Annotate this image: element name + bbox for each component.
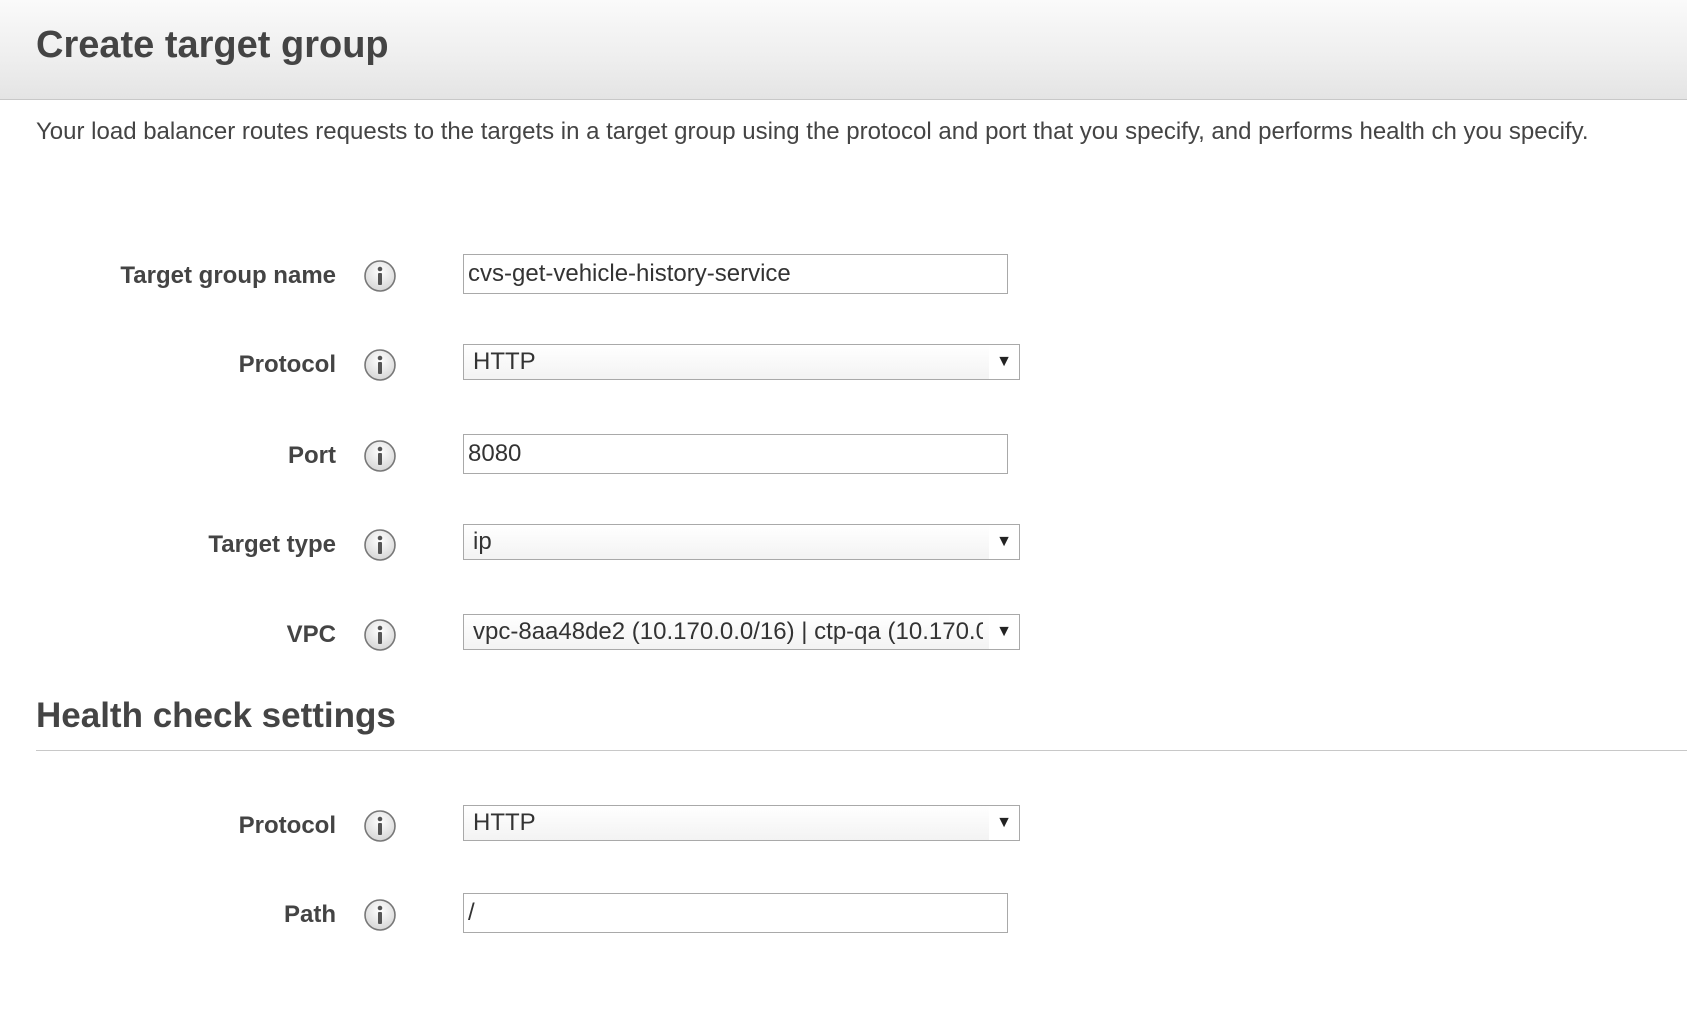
target-group-name-input[interactable]	[463, 254, 1008, 294]
health-check-protocol-row: Protocol HTTP ▼	[0, 804, 1100, 848]
dropdown-arrow-icon: ▼	[989, 806, 1019, 840]
health-check-path-row: Path	[0, 893, 1100, 937]
port-input[interactable]	[463, 434, 1008, 474]
health-check-protocol-select-value: HTTP	[473, 809, 536, 836]
vpc-label: VPC	[286, 621, 336, 648]
page-title: Create target group	[36, 24, 389, 66]
target-type-select[interactable]: ip ▼	[463, 524, 1020, 560]
health-check-section-title: Health check settings	[36, 696, 396, 735]
info-icon[interactable]	[363, 439, 396, 472]
create-target-group-page: Create target group Your load balancer r…	[0, 0, 1687, 1027]
section-divider	[36, 750, 1687, 751]
target-group-name-row: Target group name	[0, 254, 1100, 298]
vpc-select-value: vpc-8aa48de2 (10.170.0.0/16) | ctp-qa (1…	[473, 618, 983, 645]
target-type-row: Target type ip ▼	[0, 523, 1100, 567]
port-row: Port	[0, 434, 1100, 478]
info-icon[interactable]	[363, 348, 396, 381]
target-type-select-value: ip	[473, 528, 492, 555]
page-description: Your load balancer routes requests to th…	[36, 118, 1589, 145]
health-check-protocol-select[interactable]: HTTP ▼	[463, 805, 1020, 841]
protocol-row: Protocol HTTP ▼	[0, 343, 1100, 387]
header-divider	[36, 99, 1687, 100]
dropdown-arrow-icon: ▼	[989, 615, 1019, 649]
info-icon[interactable]	[363, 528, 396, 561]
info-icon[interactable]	[363, 898, 396, 931]
page-header: Create target group	[0, 0, 1687, 100]
protocol-select[interactable]: HTTP ▼	[463, 344, 1020, 380]
info-icon[interactable]	[363, 809, 396, 842]
dropdown-arrow-icon: ▼	[989, 525, 1019, 559]
info-icon[interactable]	[363, 259, 396, 292]
port-label: Port	[288, 442, 336, 469]
health-check-protocol-label: Protocol	[238, 812, 336, 839]
vpc-row: VPC vpc-8aa48de2 (10.170.0.0/16) | ctp-q…	[0, 613, 1100, 657]
dropdown-arrow-icon: ▼	[989, 345, 1019, 379]
vpc-select[interactable]: vpc-8aa48de2 (10.170.0.0/16) | ctp-qa (1…	[463, 614, 1020, 650]
health-check-path-input[interactable]	[463, 893, 1008, 933]
protocol-label: Protocol	[238, 351, 336, 378]
protocol-select-value: HTTP	[473, 348, 536, 375]
info-icon[interactable]	[363, 618, 396, 651]
target-group-name-label: Target group name	[120, 262, 336, 289]
target-type-label: Target type	[208, 531, 336, 558]
health-check-path-label: Path	[283, 901, 336, 928]
